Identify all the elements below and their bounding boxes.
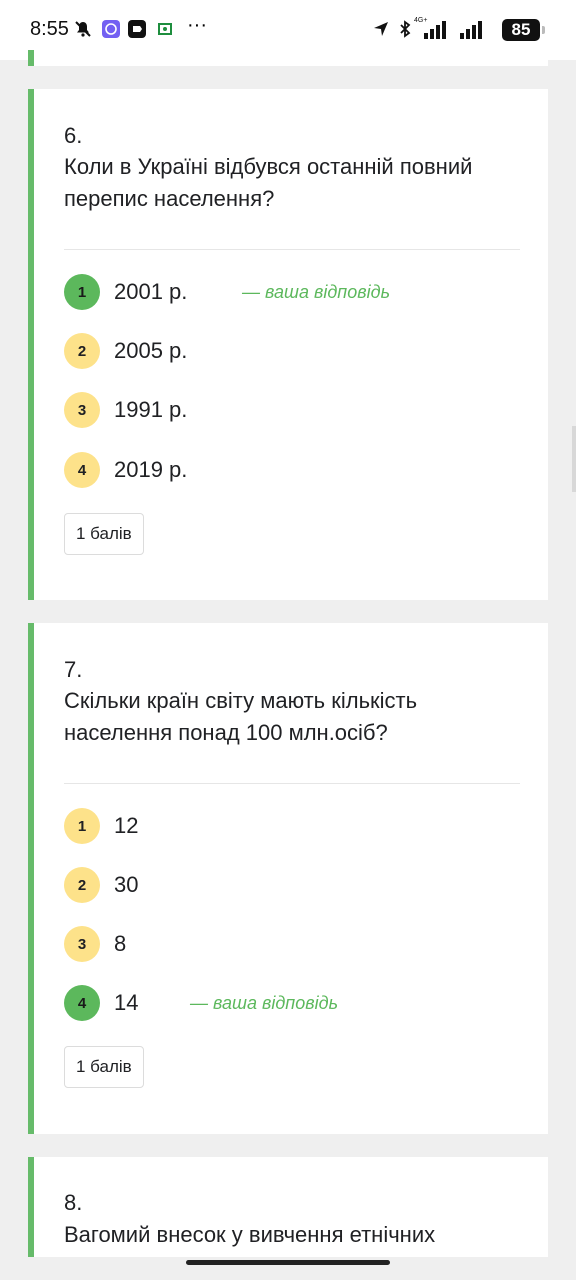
- option-number-badge: 4: [64, 985, 100, 1021]
- option-number-badge: 2: [64, 333, 100, 369]
- question-text: Вагомий внесок у вивчення етнічних: [64, 1222, 436, 1247]
- option-1: 1 2001 р.: [64, 273, 187, 311]
- previous-question-card: [28, 50, 548, 66]
- signal-icon: [424, 21, 446, 39]
- battery-level: 85: [511, 20, 531, 39]
- classroom-icon: [156, 20, 174, 38]
- option-2: 2 30: [64, 866, 138, 904]
- divider: [64, 249, 520, 250]
- home-indicator[interactable]: [186, 1260, 390, 1265]
- option-label: 1991 р.: [114, 397, 188, 422]
- more-icon: ···: [187, 13, 207, 36]
- status-time: 8:55: [30, 18, 69, 40]
- option-number-badge: 1: [64, 274, 100, 310]
- option-label: 30: [114, 872, 139, 897]
- question-card-8: 8. Вагомий внесок у вивчення етнічних: [28, 1157, 548, 1257]
- mute-icon: [74, 20, 92, 38]
- option-number-badge: 3: [64, 926, 100, 962]
- points-badge: 1 балів: [64, 513, 144, 555]
- question-number: 6.: [64, 123, 83, 148]
- signal-icon-2: [460, 21, 482, 39]
- option-label: 8: [114, 931, 127, 956]
- location-icon: [372, 20, 390, 38]
- option-number-badge: 3: [64, 392, 100, 428]
- points-badge: 1 балів: [64, 1046, 144, 1088]
- battery-indicator: 85: [502, 19, 545, 41]
- option-3: 3 8: [64, 925, 126, 963]
- scrollbar-thumb[interactable]: [572, 426, 576, 492]
- question-number: 7.: [64, 657, 83, 682]
- option-1: 1 12: [64, 807, 138, 845]
- option-label: 2001 р.: [114, 279, 188, 304]
- question-card-6: 6. Коли в Україні відбувся останній повн…: [28, 89, 548, 600]
- option-number-badge: 1: [64, 808, 100, 844]
- option-number-badge: 4: [64, 452, 100, 488]
- your-answer-label: — ваша відповідь: [190, 993, 339, 1013]
- question-number: 8.: [64, 1190, 83, 1215]
- option-label: 2019 р.: [114, 457, 188, 482]
- bluetooth-icon: [396, 20, 414, 38]
- option-label: 2005 р.: [114, 338, 188, 363]
- your-answer-label: — ваша відповідь: [242, 282, 391, 302]
- viber-icon: [102, 20, 120, 38]
- option-number-badge: 2: [64, 867, 100, 903]
- app-icon: [128, 20, 146, 38]
- option-4: 4 2019 р.: [64, 451, 187, 489]
- divider: [64, 783, 520, 784]
- option-2: 2 2005 р.: [64, 332, 187, 370]
- option-label: 14: [114, 990, 139, 1015]
- option-3: 3 1991 р.: [64, 391, 187, 429]
- question-text: Коли в Україні відбувся останній повний …: [64, 154, 473, 211]
- option-label: 12: [114, 813, 139, 838]
- question-card-7: 7. Скільки країн світу мають кількість н…: [28, 623, 548, 1134]
- question-text: Скільки країн світу мають кількість насе…: [64, 688, 418, 745]
- option-4: 4 14: [64, 984, 138, 1022]
